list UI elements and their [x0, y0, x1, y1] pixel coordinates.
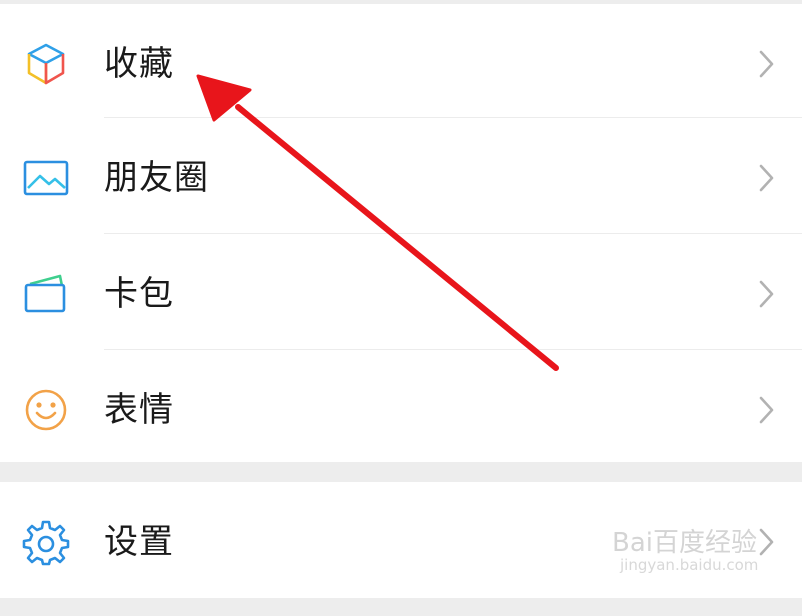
photo-icon — [23, 160, 69, 196]
menu-item-label: 收藏 — [104, 44, 174, 84]
menu-item-stickers[interactable]: 表情 — [0, 350, 802, 465]
menu-item-label: 设置 — [104, 522, 174, 562]
menu-item-moments[interactable]: 朋友圈 — [0, 118, 802, 233]
watermark: Bai百度经验 jingyan.baidu.com — [612, 520, 798, 580]
chevron-right-icon — [759, 50, 774, 78]
chevron-right-icon — [759, 164, 774, 192]
watermark-url: jingyan.baidu.com — [620, 556, 759, 574]
gear-icon — [22, 520, 70, 566]
watermark-brand: Bai百度经验 — [612, 528, 757, 558]
menu-group-main: 收藏 朋友圈 卡包 表情 — [0, 4, 802, 462]
smiley-icon — [25, 389, 67, 431]
menu-item-card-wallet[interactable]: 卡包 — [0, 234, 802, 349]
menu-item-label: 朋友圈 — [104, 158, 209, 198]
cube-icon — [27, 43, 65, 85]
menu-item-label: 表情 — [104, 390, 174, 430]
chevron-right-icon — [759, 280, 774, 308]
chevron-right-icon — [759, 396, 774, 424]
card-wallet-icon — [24, 274, 66, 313]
menu-item-label: 卡包 — [104, 274, 174, 314]
menu-item-favorites[interactable]: 收藏 — [0, 4, 802, 119]
